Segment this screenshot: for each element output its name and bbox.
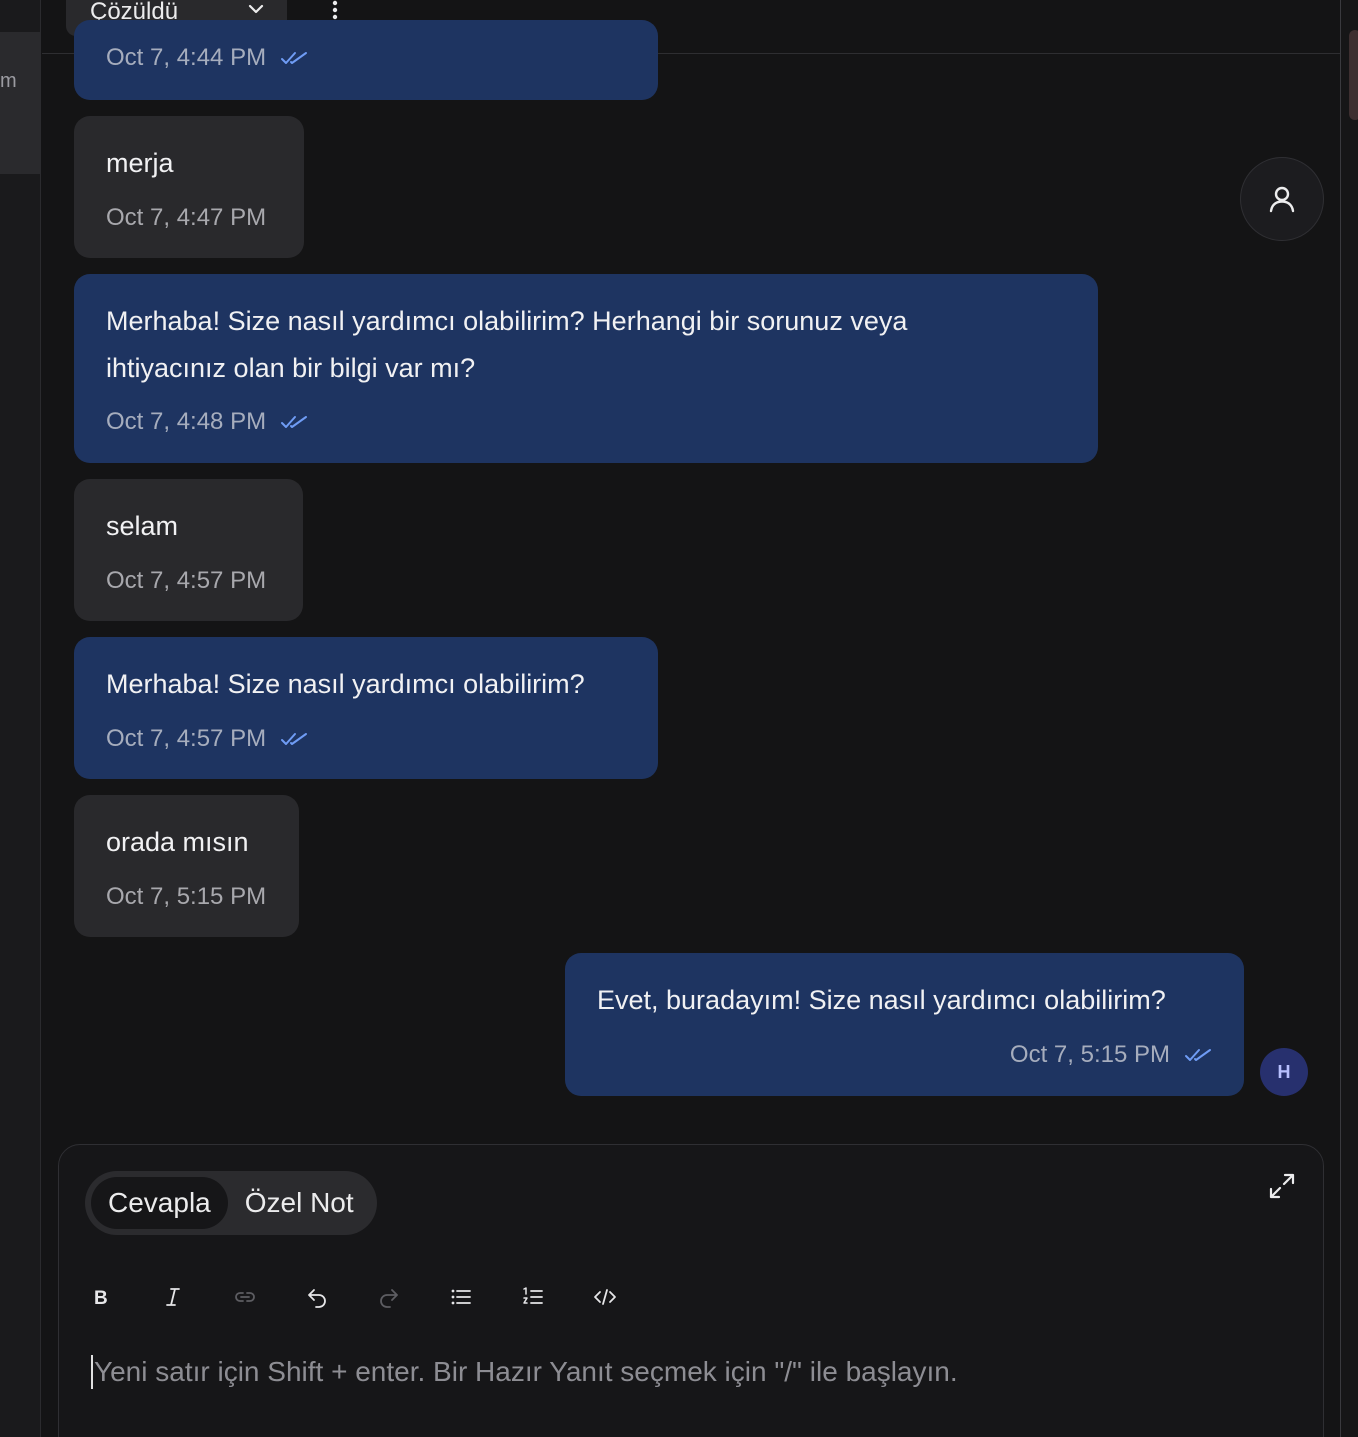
message-time: Oct 7, 5:15 PM <box>106 883 267 910</box>
tab-reply[interactable]: Cevapla <box>91 1177 228 1229</box>
message-time: Oct 7, 4:47 PM <box>106 204 267 231</box>
message-meta: Oct 7, 4:57 PM <box>106 725 308 753</box>
message-time: Oct 7, 5:15 PM <box>1009 1041 1170 1068</box>
italic-button[interactable] <box>157 1277 229 1317</box>
code-icon <box>594 1289 616 1305</box>
double-check-icon <box>281 52 308 64</box>
message-text-line-2: ihtiyacınız olan bir bilgi var mı? <box>106 353 476 383</box>
undo-icon <box>308 1289 326 1308</box>
message-text: Merhaba! Size nasıl yardımcı olabilirim? <box>106 669 585 699</box>
message-meta: Oct 7, 4:44 PM <box>106 44 308 72</box>
svg-text:B: B <box>94 1288 108 1309</box>
reply-mode-tabs: Cevapla Özel Not <box>85 1171 377 1235</box>
italic-icon <box>166 1288 180 1306</box>
message-incoming: orada mısın Oct 7, 5:15 PM <box>74 795 299 937</box>
editor-placeholder: Yeni satır için Shift + enter. Bir Hazır… <box>94 1356 958 1387</box>
contact-panel-button[interactable] <box>1240 157 1324 241</box>
message-time: Oct 7, 4:44 PM <box>106 44 267 71</box>
text-caret <box>91 1355 93 1389</box>
tab-private-note-label: Özel Not <box>244 1187 354 1218</box>
message-editor[interactable]: Yeni satır için Shift + enter. Bir Hazır… <box>91 1351 1291 1393</box>
message-outgoing: Merhaba! Size nasıl yardımcı olabilirim?… <box>74 637 658 779</box>
expand-icon[interactable] <box>1267 1171 1297 1201</box>
code-button[interactable] <box>589 1277 661 1317</box>
message-time: Oct 7, 4:57 PM <box>106 725 267 752</box>
message-text: merja <box>106 148 174 178</box>
vertical-dots-icon[interactable] <box>326 0 344 22</box>
undo-button[interactable] <box>301 1277 373 1317</box>
double-check-icon <box>281 416 308 428</box>
message-time: Oct 7, 4:57 PM <box>106 567 267 594</box>
message-text: orada mısın <box>106 827 249 857</box>
message-meta: Oct 7, 5:15 PM <box>1010 1041 1212 1069</box>
tab-private-note[interactable]: Özel Not <box>228 1177 371 1229</box>
message-text: selam <box>106 511 179 541</box>
message-time: Oct 7, 4:48 PM <box>106 408 267 435</box>
bold-button[interactable]: B <box>85 1277 157 1317</box>
selected-conversation-fragment[interactable]: m <box>0 32 40 174</box>
redo-icon <box>380 1289 398 1308</box>
conversation-view: m Çözüldü Oct 7, 4:44 PM merja Oct 7, 4:… <box>0 0 1358 1437</box>
numbered-list-icon <box>523 1287 543 1304</box>
double-check-icon <box>281 733 308 745</box>
conversation-list-edge: m <box>0 0 41 1437</box>
message-meta: Oct 7, 5:15 PM <box>106 883 266 911</box>
user-icon <box>1269 186 1295 213</box>
link-icon <box>235 1292 255 1302</box>
link-button[interactable] <box>229 1277 301 1317</box>
message-outgoing: Oct 7, 4:44 PM <box>74 20 658 100</box>
message-incoming: merja Oct 7, 4:47 PM <box>74 116 304 258</box>
agent-avatar-initial: H <box>1277 1061 1291 1082</box>
bullet-list-icon <box>451 1289 471 1305</box>
bullet-list-button[interactable] <box>445 1277 517 1317</box>
message-meta: Oct 7, 4:57 PM <box>106 567 266 595</box>
scrollbar-thumb[interactable] <box>1349 30 1358 120</box>
message-meta: Oct 7, 4:48 PM <box>106 408 308 436</box>
message-incoming: selam Oct 7, 4:57 PM <box>74 479 303 621</box>
formatting-toolbar: B <box>85 1277 661 1317</box>
conversation-fragment-text: m <box>0 70 17 92</box>
numbered-list-button[interactable] <box>517 1277 589 1317</box>
scrollbar[interactable] <box>1340 0 1358 1437</box>
chevron-down-icon <box>248 4 264 14</box>
tab-reply-label: Cevapla <box>108 1187 211 1218</box>
bold-icon: B <box>94 1288 108 1309</box>
message-meta: Oct 7, 4:47 PM <box>106 204 266 232</box>
message-outgoing: Merhaba! Size nasıl yardımcı olabilirim?… <box>74 274 1098 463</box>
double-check-icon <box>1185 1049 1211 1061</box>
message-text-line-1: Merhaba! Size nasıl yardımcı olabilirim?… <box>106 306 908 336</box>
message-text: Evet, buradayım! Size nasıl yardımcı ola… <box>597 985 1166 1015</box>
message-outgoing: Evet, buradayım! Size nasıl yardımcı ola… <box>565 953 1244 1096</box>
agent-avatar: H <box>1260 1048 1308 1096</box>
redo-button[interactable] <box>373 1277 445 1317</box>
reply-composer: Cevapla Özel Not B Yeni satır için Shift… <box>58 1144 1324 1437</box>
